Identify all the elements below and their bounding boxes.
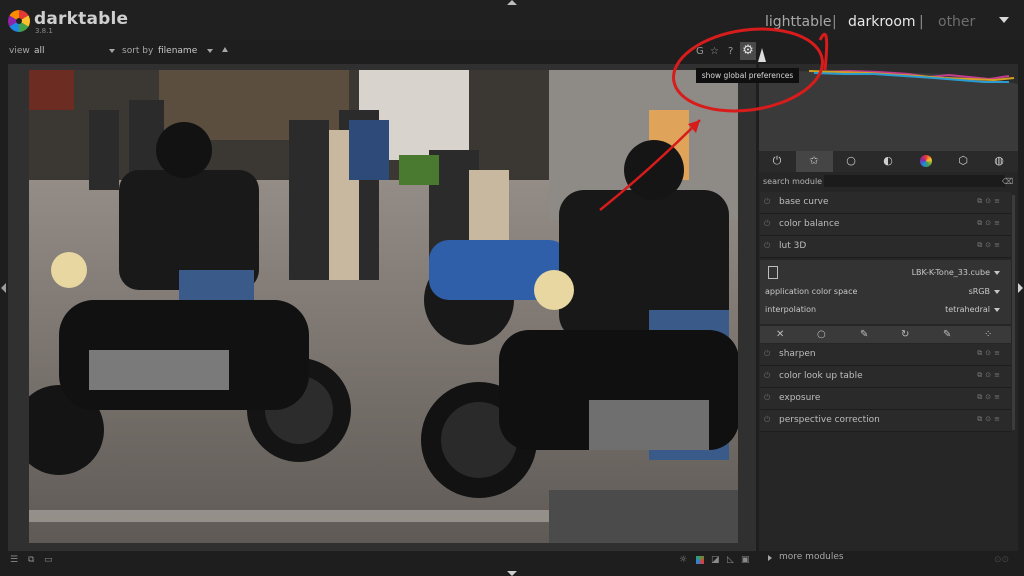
circle-icon[interactable]: ○ bbox=[845, 155, 857, 167]
grouping-icon[interactable]: G bbox=[696, 46, 704, 57]
overexposed-icon[interactable]: ▣ bbox=[741, 555, 750, 565]
power-icon[interactable]: ⏻ bbox=[764, 241, 770, 251]
module-row[interactable]: ⏻ perspective correction ⧉⊙≡ bbox=[760, 410, 1011, 432]
views-dropdown-icon[interactable] bbox=[999, 17, 1009, 23]
view-separator: | bbox=[832, 14, 837, 30]
module-row[interactable]: ⏻ lut 3D ⧉⊙≡ bbox=[760, 236, 1011, 258]
view-filter-dropdown-icon[interactable] bbox=[109, 49, 115, 53]
more-modules-expand-icon[interactable] bbox=[768, 555, 772, 561]
bulb-icon[interactable]: ☼ bbox=[679, 555, 687, 565]
photo-preview bbox=[29, 70, 738, 543]
app-version: 3.8.1 bbox=[35, 27, 53, 35]
module-actions-icons[interactable]: ⧉⊙≡ bbox=[977, 241, 1003, 250]
off-icon[interactable]: ✕ bbox=[776, 329, 784, 340]
display-icon[interactable]: ▭ bbox=[44, 555, 53, 565]
sort-dropdown-icon[interactable] bbox=[207, 49, 213, 53]
power-icon[interactable]: ⏻ bbox=[764, 219, 770, 229]
half-circle-icon[interactable]: ◐ bbox=[882, 155, 894, 167]
more-modules[interactable]: more modules bbox=[779, 552, 844, 562]
guides-icon[interactable]: ◺ bbox=[727, 555, 734, 565]
color-space-label: application color space bbox=[765, 287, 858, 296]
module-row[interactable]: ⏻ sharpen ⧉⊙≡ bbox=[760, 344, 1011, 366]
search-module-input[interactable] bbox=[824, 175, 1005, 187]
module-row[interactable]: ⏻ base curve ⧉⊙≡ bbox=[760, 192, 1011, 214]
module-row[interactable]: ⏻ color balance ⧉⊙≡ bbox=[760, 214, 1011, 236]
panel-icons: ⊙⊙ bbox=[994, 555, 1010, 565]
module-actions-icons[interactable]: ⧉⊙≡ bbox=[977, 197, 1003, 206]
interpolation-dropdown-icon[interactable] bbox=[994, 308, 1000, 312]
module-actions-icons[interactable]: ⧉⊙≡ bbox=[977, 415, 1003, 424]
blend-mode-bar bbox=[760, 326, 1011, 343]
parametric-mask-icon[interactable]: ↻ bbox=[901, 329, 909, 340]
darktable-logo-icon bbox=[8, 10, 30, 32]
overlay-star-icon[interactable]: ☆ bbox=[710, 46, 719, 57]
view-filter-value[interactable]: all bbox=[34, 46, 45, 56]
softproof-icon[interactable] bbox=[696, 556, 704, 564]
lut-file-value[interactable]: LBK-K-Tone_33.cube bbox=[880, 268, 990, 277]
right-panel-collapse-arrow-icon[interactable] bbox=[1018, 283, 1023, 293]
view-separator: | bbox=[919, 14, 924, 30]
photo-motorcyclists-illustration bbox=[29, 70, 738, 543]
module-name: base curve bbox=[779, 197, 829, 207]
mouse-cursor-icon bbox=[758, 48, 766, 62]
texture-icon[interactable]: ◍ bbox=[993, 155, 1005, 167]
module-name: color look up table bbox=[779, 371, 863, 381]
snapshot-icon[interactable]: ⧉ bbox=[28, 555, 34, 565]
left-panel-expand-arrow-icon[interactable] bbox=[1, 283, 6, 293]
star-icon[interactable]: ✩ bbox=[808, 155, 820, 167]
right-panel-scrollbar[interactable] bbox=[1012, 195, 1015, 430]
power-icon[interactable]: ⏻ bbox=[764, 415, 770, 425]
power-icon[interactable]: ⏻ bbox=[764, 371, 770, 381]
sort-by-label: sort by bbox=[122, 46, 154, 56]
view-filter-label: view bbox=[9, 46, 30, 56]
module-name: perspective correction bbox=[779, 415, 880, 425]
module-name: sharpen bbox=[779, 349, 816, 359]
interpolation-value[interactable]: tetrahedral bbox=[910, 305, 990, 314]
tooltip: show global preferences bbox=[696, 68, 799, 83]
color-space-dropdown-icon[interactable] bbox=[994, 290, 1000, 294]
power-icon[interactable]: ⏻ bbox=[764, 197, 770, 207]
sort-by-value[interactable]: filename bbox=[158, 46, 197, 56]
color-space-value[interactable]: sRGB bbox=[930, 287, 990, 296]
module-row[interactable]: ⏻ exposure ⧉⊙≡ bbox=[760, 388, 1011, 410]
gamut-icon[interactable]: ◪ bbox=[711, 555, 720, 565]
view-darkroom[interactable]: darkroom bbox=[848, 14, 916, 30]
lut-file-dropdown-icon[interactable] bbox=[994, 271, 1000, 275]
module-name: color balance bbox=[779, 219, 840, 229]
module-actions-icons[interactable]: ⧉⊙≡ bbox=[977, 371, 1003, 380]
power-icon[interactable]: ⏻ bbox=[764, 393, 770, 403]
bottom-panel-collapse-arrow-icon[interactable] bbox=[507, 571, 517, 576]
top-panel-collapse-arrow-icon[interactable] bbox=[507, 0, 517, 5]
gear-icon[interactable]: ⚙ bbox=[740, 42, 756, 60]
view-lighttable[interactable]: lighttable bbox=[765, 14, 832, 30]
sort-ascending-icon[interactable] bbox=[222, 47, 228, 52]
shape-icon[interactable]: ⬡ bbox=[957, 155, 969, 167]
power-icon[interactable]: ⏻ bbox=[771, 155, 783, 167]
drawn-parametric-icon[interactable]: ✎ bbox=[943, 329, 951, 340]
power-icon[interactable]: ⏻ bbox=[764, 349, 770, 359]
help-icon[interactable]: ? bbox=[728, 46, 733, 57]
module-actions-icons[interactable]: ⧉⊙≡ bbox=[977, 393, 1003, 402]
module-row[interactable]: ⏻ color look up table ⧉⊙≡ bbox=[760, 366, 1011, 388]
color-wheel-icon[interactable] bbox=[920, 155, 932, 167]
app-name: darktable bbox=[34, 9, 129, 29]
module-name: exposure bbox=[779, 393, 821, 403]
clear-search-icon[interactable]: ⌫ bbox=[1002, 177, 1013, 186]
search-module-label: search module bbox=[763, 177, 823, 186]
module-actions-icons[interactable]: ⧉⊙≡ bbox=[977, 219, 1003, 228]
view-other[interactable]: other bbox=[938, 14, 975, 30]
module-name: lut 3D bbox=[779, 241, 807, 251]
file-icon[interactable] bbox=[768, 266, 778, 279]
drawn-mask-icon[interactable]: ✎ bbox=[860, 329, 868, 340]
module-actions-icons[interactable]: ⧉⊙≡ bbox=[977, 349, 1003, 358]
uniform-icon[interactable]: ○ bbox=[817, 329, 826, 340]
interpolation-label: interpolation bbox=[765, 305, 817, 314]
menu-icon[interactable]: ☰ bbox=[10, 555, 18, 565]
raster-mask-icon[interactable]: ⁘ bbox=[984, 329, 992, 340]
